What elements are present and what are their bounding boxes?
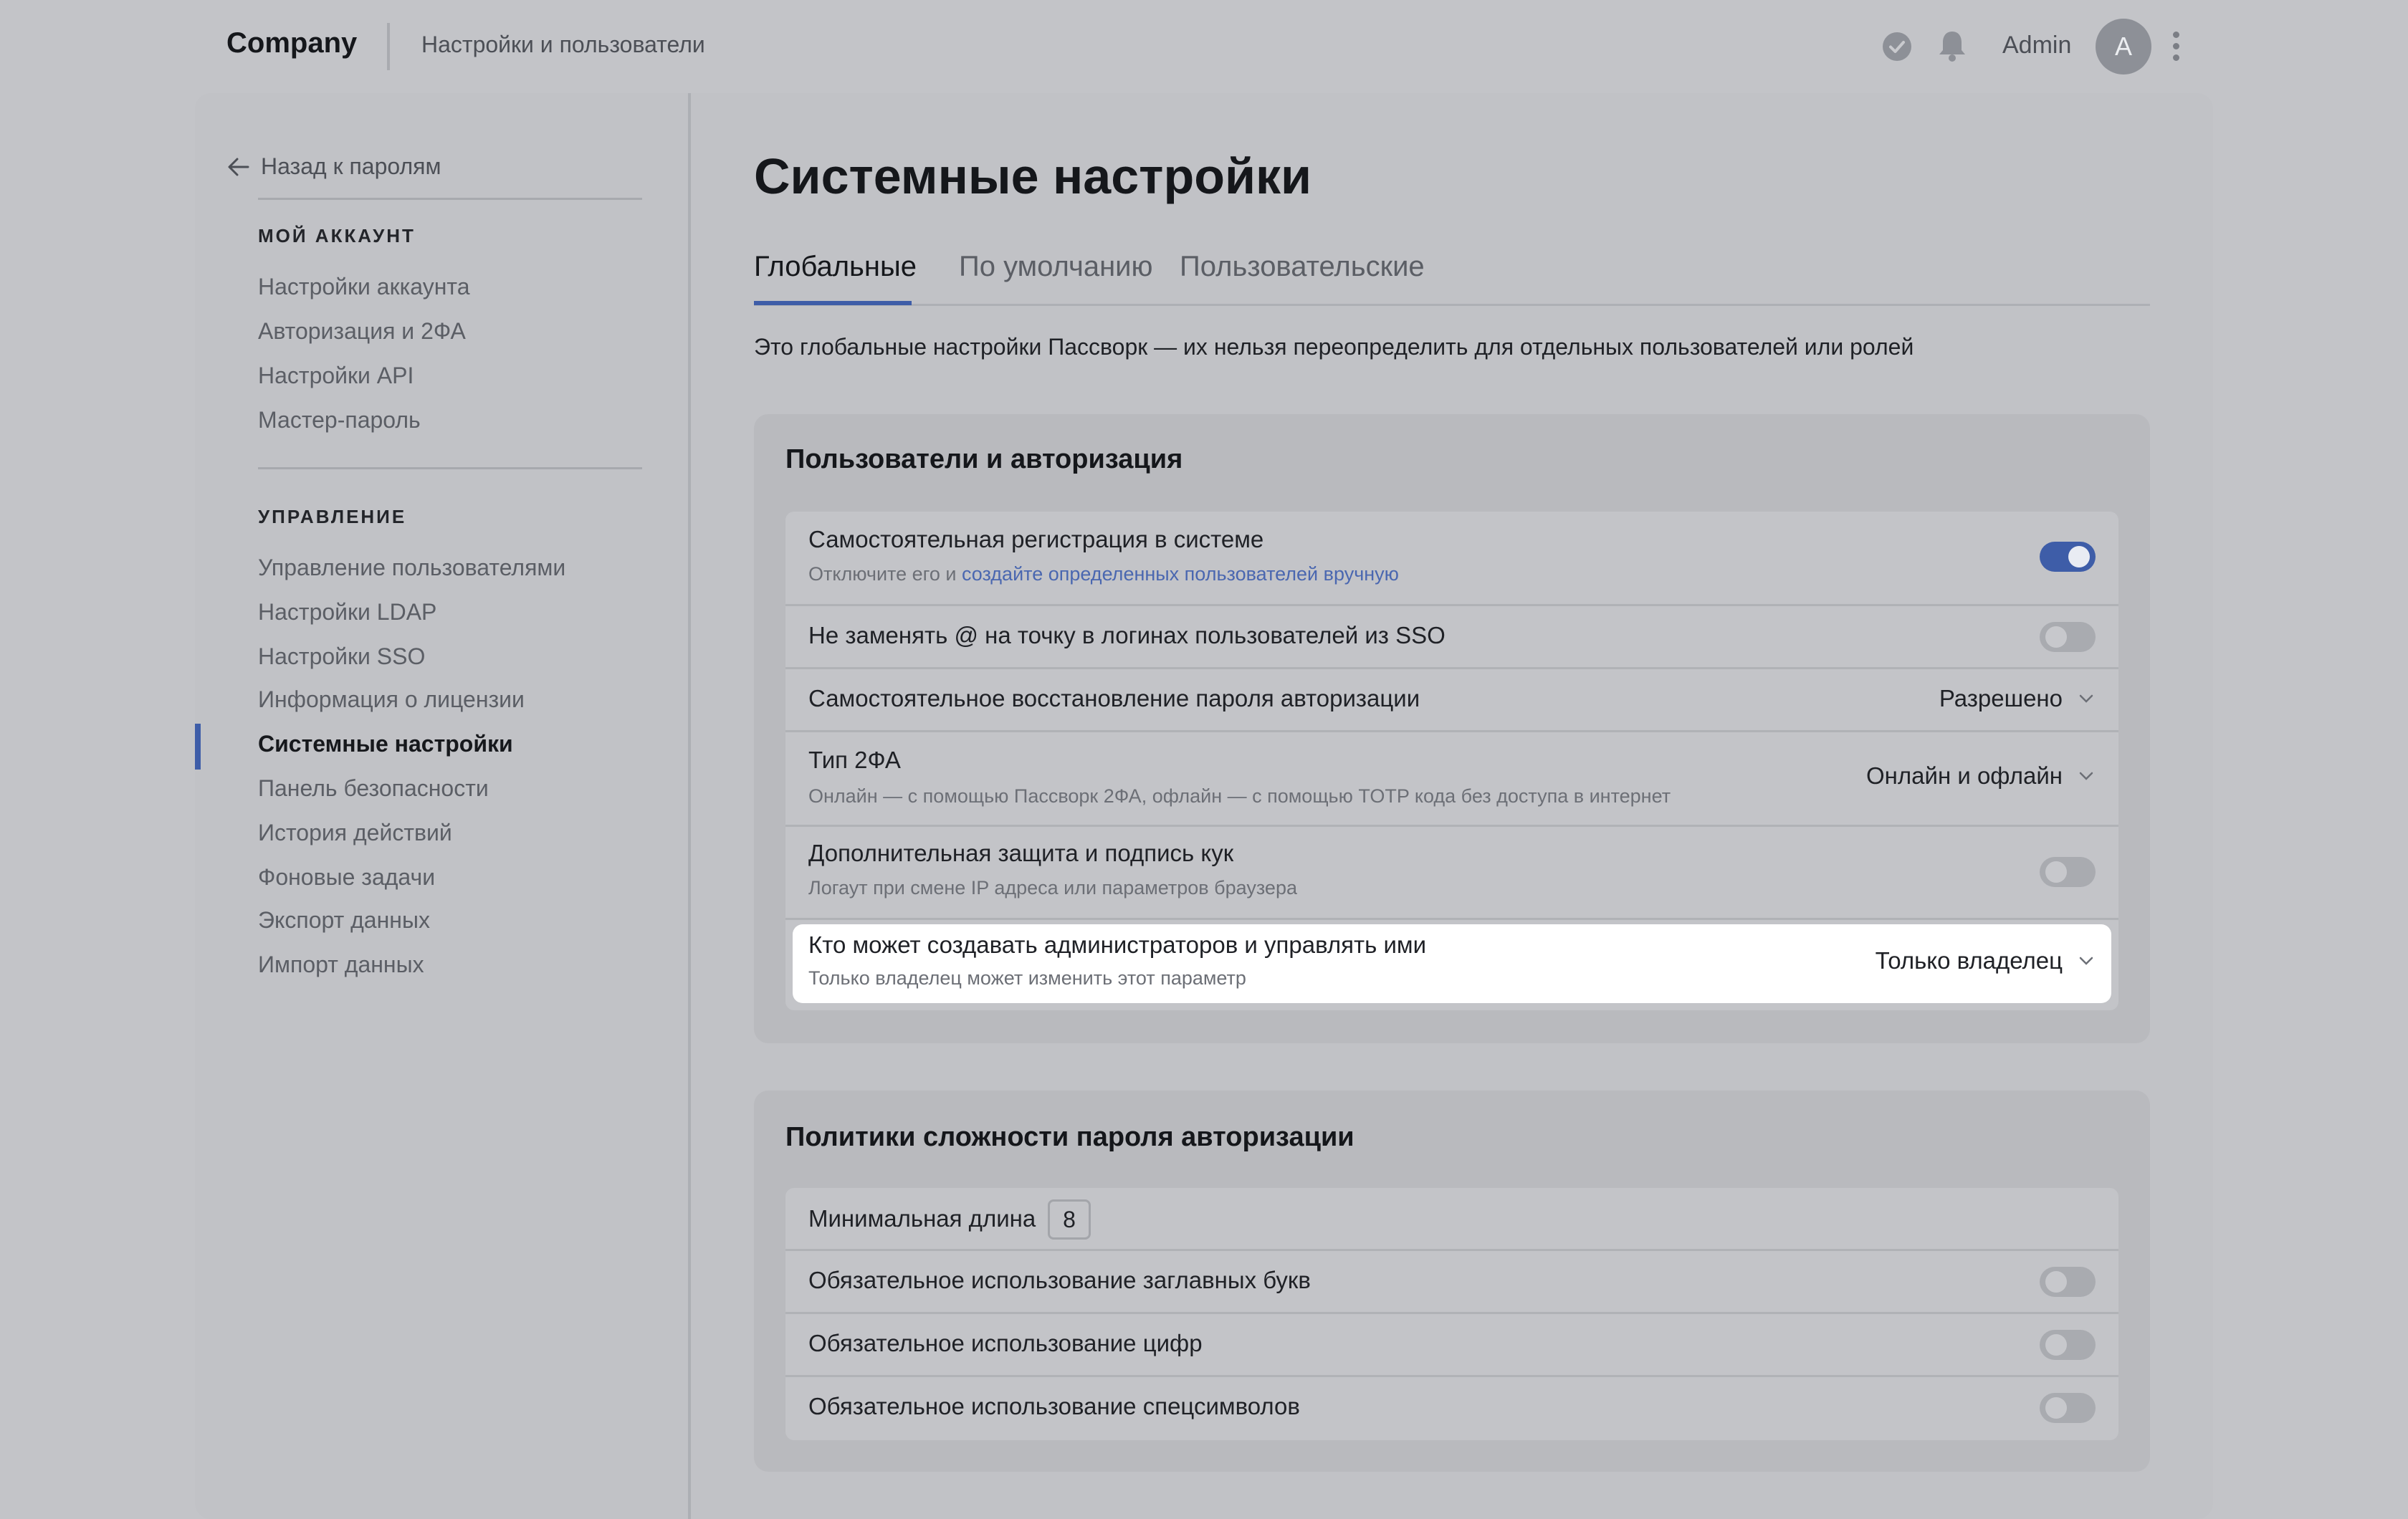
setting-row-cookie: Дополнительная защита и подпись кук Лога…	[785, 827, 2118, 920]
setting-label: Дополнительная защита и подпись кук	[808, 840, 1234, 866]
back-link-label: Назад к паролям	[261, 153, 441, 179]
uppercase-toggle[interactable]	[2040, 1267, 2096, 1297]
sidebar-item-master-password[interactable]: Мастер-пароль	[258, 407, 421, 433]
setting-label: Самостоятельное восстановление пароля ав…	[808, 685, 1420, 711]
password-policy-card: Политики сложности пароля авторизации Ми…	[754, 1091, 2150, 1472]
setting-row-uppercase: Обязательное использование заглавных бук…	[785, 1251, 2118, 1314]
setting-hint: Онлайн — с помощью Пассворк 2ФА, офлайн …	[808, 785, 1671, 807]
sidebar-item-api[interactable]: Настройки API	[258, 363, 414, 389]
sidebar-heading-account: МОЙ АККАУНТ	[258, 225, 416, 246]
top-bar: Company Настройки и пользователи Admin A	[0, 0, 2408, 93]
user-name[interactable]: Admin	[2002, 32, 2071, 59]
setting-label: Обязательное использование цифр	[808, 1330, 1203, 1356]
setting-hint: Только владелец может изменить этот пара…	[808, 967, 1246, 989]
setting-hint: Отключите его и создайте определенных по…	[808, 563, 1399, 585]
back-link[interactable]: Назад к паролям	[226, 153, 441, 180]
header-divider	[387, 23, 390, 70]
sidebar-item-account-settings[interactable]: Настройки аккаунта	[258, 274, 470, 300]
sidebar-item-system-settings[interactable]: Системные настройки	[258, 731, 513, 757]
users-auth-card: Пользователи и авторизация Самостоятельн…	[754, 414, 2150, 1043]
sidebar-item-data-export[interactable]: Экспорт данных	[258, 907, 430, 934]
chevron-down-icon	[2079, 694, 2093, 703]
sidebar-divider	[258, 198, 642, 200]
brand-logo[interactable]: Company	[226, 27, 357, 59]
arrow-left-icon	[228, 158, 249, 176]
active-tab-indicator	[754, 301, 912, 305]
more-vertical-icon[interactable]	[2169, 32, 2183, 63]
setting-label: Тип 2ФА	[808, 747, 901, 773]
setting-label: Не заменять @ на точку в логинах пользов…	[808, 622, 1446, 648]
sidebar-item-data-import[interactable]: Импорт данных	[258, 952, 424, 978]
tab-custom[interactable]: Пользовательские	[1180, 251, 1425, 283]
setting-label: Кто может создавать администраторов и уп…	[808, 931, 1426, 958]
setting-row-self-registration: Самостоятельная регистрация в системе От…	[785, 512, 2118, 606]
self-registration-toggle[interactable]	[2040, 542, 2096, 572]
setting-row-symbols: Обязательное использование спецсимволов	[785, 1377, 2118, 1440]
setting-row-min-length: Минимальная длина 8	[785, 1188, 2118, 1251]
min-length-input[interactable]: 8	[1048, 1199, 1091, 1240]
sidebar-item-user-management[interactable]: Управление пользователями	[258, 555, 565, 581]
setting-label: Обязательное использование заглавных бук…	[808, 1267, 1311, 1293]
setting-row-digits: Обязательное использование цифр	[785, 1314, 2118, 1377]
sidebar-item-auth-2fa[interactable]: Авторизация и 2ФА	[258, 318, 466, 345]
sidebar: Назад к паролям МОЙ АККАУНТ Настройки ак…	[195, 93, 691, 1519]
bell-icon[interactable]	[1936, 29, 1968, 63]
setting-row-admins: Кто может создавать администраторов и уп…	[785, 920, 2118, 1010]
setting-hint: Логаут при смене IP адреса или параметро…	[808, 877, 1297, 899]
symbols-toggle[interactable]	[2040, 1393, 2096, 1423]
2fa-type-select[interactable]: Онлайн и офлайн	[1866, 762, 2096, 790]
page-description: Это глобальные настройки Пассворк — их н…	[754, 334, 1914, 360]
sso-at-toggle[interactable]	[2040, 622, 2096, 652]
setting-row-sso-at: Не заменять @ на точку в логинах пользов…	[785, 606, 2118, 669]
sidebar-active-marker	[195, 724, 201, 770]
chevron-down-icon	[2079, 772, 2093, 780]
sidebar-item-background-tasks[interactable]: Фоновые задачи	[258, 864, 435, 891]
create-users-link[interactable]: создайте определенных пользователей вруч…	[962, 563, 1399, 585]
tabs: Глобальные По умолчанию Пользовательские	[754, 251, 2150, 400]
digits-toggle[interactable]	[2040, 1330, 2096, 1360]
settings-list: Минимальная длина 8 Обязательное использ…	[785, 1188, 2118, 1440]
avatar[interactable]: A	[2096, 19, 2151, 75]
tab-default[interactable]: По умолчанию	[959, 251, 1153, 283]
check-circle-icon[interactable]	[1882, 32, 1912, 62]
setting-label: Обязательное использование спецсимволов	[808, 1393, 1300, 1419]
sidebar-heading-manage: УПРАВЛЕНИЕ	[258, 506, 407, 527]
sidebar-divider	[258, 467, 642, 469]
header-section-title: Настройки и пользователи	[421, 32, 705, 57]
sidebar-item-ldap[interactable]: Настройки LDAP	[258, 599, 436, 626]
tab-global[interactable]: Глобальные	[754, 251, 917, 283]
self-recovery-select[interactable]: Разрешено	[1939, 685, 2096, 712]
sidebar-item-sso[interactable]: Настройки SSO	[258, 643, 425, 670]
main-panel: Назад к паролям МОЙ АККАУНТ Настройки ак…	[195, 93, 2213, 1519]
cookie-protection-toggle[interactable]	[2040, 857, 2096, 887]
page-title: Системные настройки	[754, 148, 1312, 204]
card-title: Политики сложности пароля авторизации	[785, 1122, 1354, 1152]
card-title: Пользователи и авторизация	[785, 444, 1183, 474]
setting-label: Минимальная длина	[808, 1205, 1036, 1232]
settings-list: Самостоятельная регистрация в системе От…	[785, 512, 2118, 1010]
chevron-down-icon	[2079, 957, 2093, 965]
sidebar-item-license[interactable]: Информация о лицензии	[258, 686, 525, 713]
admins-select[interactable]: Только владелец	[1876, 947, 2096, 974]
setting-label: Самостоятельная регистрация в системе	[808, 526, 1264, 552]
setting-row-2fa-type: Тип 2ФА Онлайн — с помощью Пассворк 2ФА,…	[785, 732, 2118, 827]
sidebar-item-activity-log[interactable]: История действий	[258, 820, 452, 846]
tabs-divider	[754, 304, 2150, 306]
sidebar-item-security-dashboard[interactable]: Панель безопасности	[258, 775, 489, 802]
setting-row-self-recovery: Самостоятельное восстановление пароля ав…	[785, 669, 2118, 732]
